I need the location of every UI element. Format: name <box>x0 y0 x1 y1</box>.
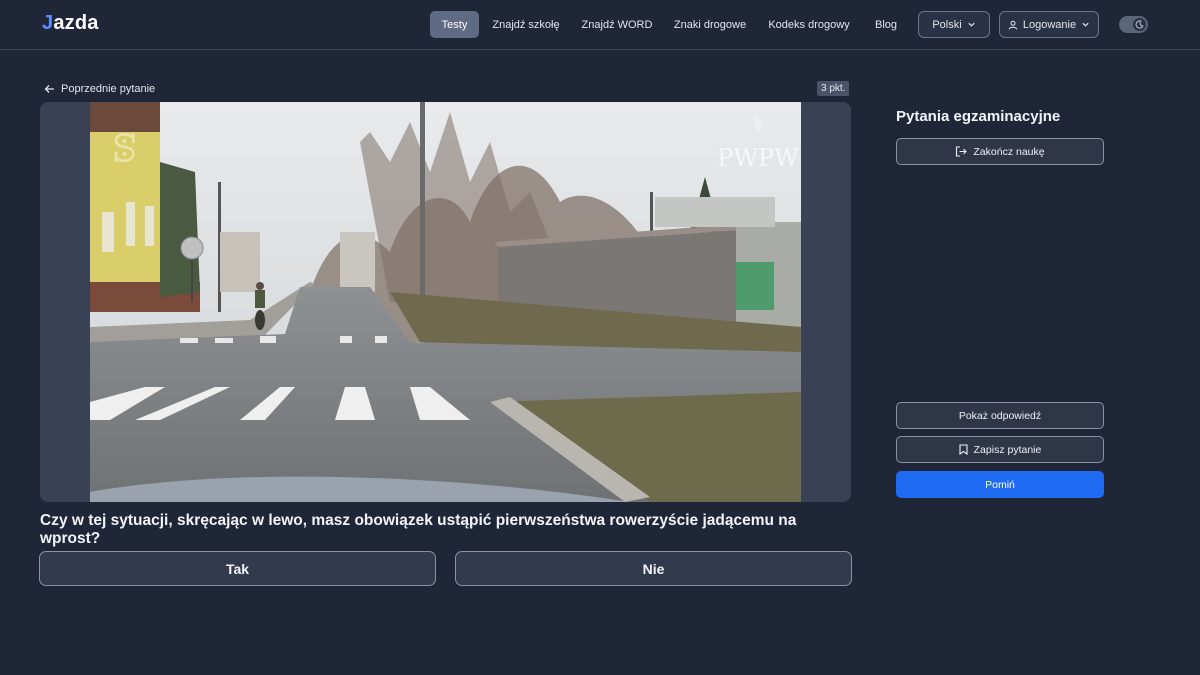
chevron-down-icon <box>1082 22 1089 27</box>
nav-find-school[interactable]: Znajdź szkołę <box>488 11 564 38</box>
points-badge: 3 pkt. <box>817 81 850 96</box>
answer-yes-label: Tak <box>225 560 250 577</box>
end-learning-button[interactable]: Zakończ naukę <box>896 138 1104 165</box>
nav-tests-label: Testy <box>441 18 468 31</box>
answer-no-button[interactable]: Nie <box>455 551 852 586</box>
answer-yes-button[interactable]: Tak <box>39 551 436 586</box>
nav-find-school-label: Znajdź szkołę <box>492 18 560 31</box>
moon-icon <box>1133 18 1146 31</box>
user-icon <box>1008 20 1018 30</box>
sidebar-title: Pytania egzaminacyjne <box>896 108 1061 125</box>
question-media: PWPW ⚕ ꕷ <box>40 102 851 502</box>
show-answer-label: Pokaż odpowiedź <box>958 409 1042 422</box>
nav-road-signs[interactable]: Znaki drogowe <box>668 11 752 38</box>
svg-text:ꕷ: ꕷ <box>112 126 137 172</box>
question-text: Czy w tej sytuacji, skręcając w lewo, ma… <box>40 512 797 547</box>
top-navbar: Jazda Testy Znajdź szkołę Znajdź WORD Zn… <box>0 0 1200 50</box>
svg-text:⚕: ⚕ <box>752 113 764 138</box>
nav-blog-label: Blog <box>874 18 898 31</box>
login-menu[interactable]: Logowanie <box>999 11 1099 38</box>
logo[interactable]: Jazda <box>42 12 99 35</box>
chevron-down-icon <box>968 22 975 27</box>
show-answer-button[interactable]: Pokaż odpowiedź <box>896 402 1104 429</box>
skip-button[interactable]: Pomiń <box>896 471 1104 498</box>
previous-question-label: Poprzednie pytanie <box>61 83 156 95</box>
arrow-left-icon <box>44 85 54 93</box>
logout-icon <box>956 146 968 157</box>
language-label: Polski <box>932 18 962 31</box>
login-label: Logowanie <box>1022 18 1077 31</box>
road-photo: PWPW ⚕ ꕷ <box>90 102 801 502</box>
save-question-label: Zapisz pytanie <box>973 443 1042 456</box>
nav-find-word[interactable]: Znajdź WORD <box>578 11 656 38</box>
previous-question-link[interactable]: Poprzednie pytanie <box>44 81 155 97</box>
answer-no-label: Nie <box>642 560 665 577</box>
nav-tests[interactable]: Testy <box>430 11 479 38</box>
bookmark-icon <box>959 444 968 455</box>
end-learning-label: Zakończ naukę <box>973 145 1045 158</box>
nav-road-signs-label: Znaki drogowe <box>673 18 747 31</box>
nav-blog[interactable]: Blog <box>866 11 906 38</box>
nav-road-code[interactable]: Kodeks drogowy <box>763 11 855 38</box>
skip-label: Pomiń <box>985 478 1015 491</box>
save-question-button[interactable]: Zapisz pytanie <box>896 436 1104 463</box>
language-select[interactable]: Polski <box>918 11 990 38</box>
nav-find-word-label: Znajdź WORD <box>581 18 653 31</box>
nav-road-code-label: Kodeks drogowy <box>768 18 850 31</box>
theme-toggle[interactable] <box>1119 16 1148 33</box>
pwpw-watermark: PWPW <box>717 144 799 172</box>
